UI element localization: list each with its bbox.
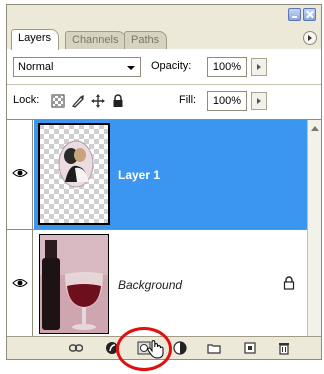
scroll-up-icon[interactable] <box>311 126 319 131</box>
fill-label: Fill: <box>179 94 197 106</box>
panel-content: Normal Opacity: 100% Lock: Fill: 100% La… <box>7 49 321 359</box>
lock-all-icon[interactable] <box>111 94 125 108</box>
eye-icon <box>12 169 28 177</box>
panel-bottom-toolbar <box>7 336 321 359</box>
chevron-down-icon <box>127 66 135 70</box>
layer-1-name[interactable]: Layer 1 <box>118 168 160 182</box>
layer-row-layer-1[interactable]: Layer 1 <box>7 120 307 230</box>
blend-opacity-row: Normal Opacity: 100% <box>13 57 315 77</box>
background-thumbnail[interactable] <box>39 234 109 334</box>
layer-style-icon[interactable] <box>105 341 119 355</box>
tab-paths[interactable]: Paths <box>124 31 168 49</box>
lock-position-icon[interactable] <box>91 94 105 108</box>
blend-mode-select[interactable]: Normal <box>13 57 141 77</box>
fill-input[interactable]: 100% <box>207 91 247 111</box>
eye-icon <box>12 279 28 287</box>
lock-icon <box>283 276 295 290</box>
minimize-button[interactable] <box>288 8 301 21</box>
lock-label: Lock: <box>13 94 40 106</box>
hand-cursor-icon <box>147 340 164 359</box>
layers-panel: Layers Channels Paths Normal Opacity: 10… <box>6 4 322 360</box>
layer-1-thumbnail[interactable] <box>38 123 110 225</box>
visibility-toggle[interactable] <box>7 120 33 229</box>
tab-channels[interactable]: Channels <box>65 31 127 49</box>
tab-layers[interactable]: Layers <box>11 29 60 50</box>
opacity-slider-button[interactable] <box>251 58 267 76</box>
panel-titlebar <box>7 5 321 25</box>
opacity-label: Opacity: <box>151 60 192 72</box>
background-name[interactable]: Background <box>118 278 182 292</box>
panel-menu-button[interactable] <box>303 31 317 45</box>
blend-mode-value: Normal <box>18 61 54 73</box>
lock-fill-row: Lock: Fill: 100% <box>13 91 315 111</box>
adjustment-layer-icon[interactable] <box>173 341 187 355</box>
new-group-icon[interactable] <box>207 341 221 355</box>
divider <box>7 84 321 85</box>
close-button[interactable] <box>303 8 316 21</box>
new-layer-icon[interactable] <box>243 341 257 355</box>
trash-icon[interactable] <box>277 341 291 355</box>
visibility-toggle[interactable] <box>7 230 33 339</box>
layer-1-body[interactable]: Layer 1 <box>34 120 307 229</box>
opacity-input[interactable]: 100% <box>207 57 247 77</box>
layers-scrollbar[interactable] <box>307 120 321 352</box>
link-icon[interactable] <box>69 341 83 355</box>
layer-row-background[interactable]: Background <box>7 230 307 340</box>
fill-slider-button[interactable] <box>251 92 267 110</box>
layers-list: Layer 1 Background <box>7 119 321 352</box>
lock-transparent-icon[interactable] <box>51 94 65 108</box>
panel-tabs: Layers Channels Paths <box>11 29 317 50</box>
background-body[interactable]: Background <box>34 230 307 339</box>
lock-image-icon[interactable] <box>71 94 85 108</box>
